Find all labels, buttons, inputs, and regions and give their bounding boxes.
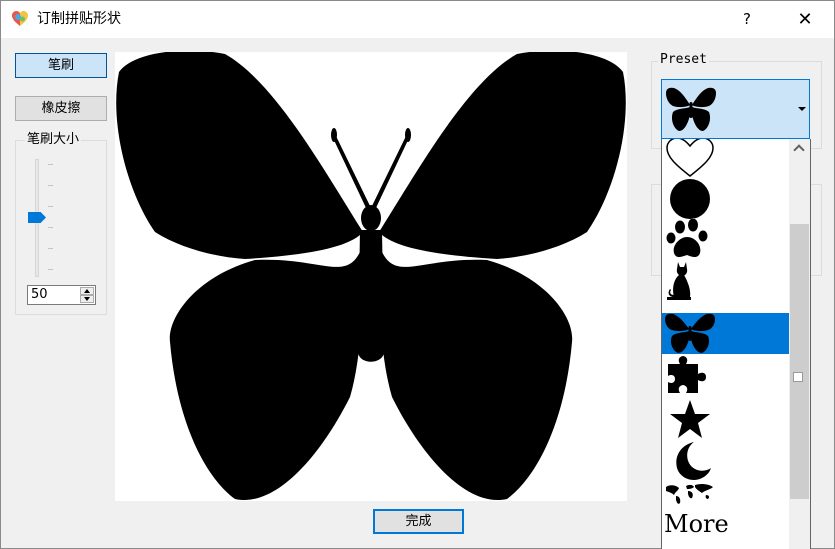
preset-item-moon[interactable] <box>662 440 789 481</box>
paw-icon <box>666 219 708 257</box>
spin-up-button[interactable] <box>80 287 94 295</box>
circle-icon <box>670 179 710 219</box>
heart-icon <box>666 139 714 177</box>
scroll-down-button[interactable] <box>789 530 810 549</box>
close-button[interactable]: ✕ <box>779 1 831 38</box>
spin-down-button[interactable] <box>80 295 94 303</box>
brush-size-label: 笔刷大小 <box>25 132 82 148</box>
dropdown-scrollbar[interactable] <box>789 139 810 549</box>
scrollbar-thumb[interactable] <box>790 224 809 499</box>
preset-item-more[interactable]: More <box>662 509 789 549</box>
preset-item-cat[interactable] <box>662 260 789 301</box>
star-icon <box>670 400 710 438</box>
dialog-window: 订制拼贴形状 ? ✕ 笔刷 橡皮擦 笔刷大小 50 完成 Preset More <box>0 0 835 549</box>
slider-tick <box>48 227 53 228</box>
preset-item-circle[interactable] <box>662 178 789 219</box>
help-button[interactable]: ? <box>721 1 773 38</box>
cat-icon <box>667 262 691 300</box>
app-icon <box>12 11 28 26</box>
slider-tick <box>48 269 53 270</box>
brush-size-spinbox[interactable]: 50 <box>27 285 96 305</box>
preset-combobox[interactable] <box>661 79 810 139</box>
preset-item-heart[interactable] <box>662 139 789 178</box>
chevron-down-icon[interactable] <box>798 107 806 111</box>
crescent-moon-icon <box>676 442 711 480</box>
brush-button[interactable]: 笔刷 <box>15 53 107 78</box>
slider-tick <box>48 164 53 165</box>
butterfly-icon <box>666 87 716 131</box>
done-button[interactable]: 完成 <box>373 509 464 534</box>
slider-tick <box>48 185 53 186</box>
preset-dropdown-list[interactable]: More <box>661 139 811 549</box>
butterfly-icon <box>665 313 715 353</box>
scroll-up-icon[interactable] <box>789 139 810 159</box>
shape-canvas[interactable] <box>115 52 627 501</box>
preset-label: Preset <box>658 52 709 68</box>
eraser-button[interactable]: 橡皮擦 <box>15 96 107 121</box>
slider-tick <box>48 206 53 207</box>
slider-tick <box>48 248 53 249</box>
preset-item-star[interactable] <box>662 399 789 440</box>
preset-item-puzzle[interactable] <box>662 354 789 395</box>
preset-item-paw[interactable] <box>662 219 789 260</box>
brush-size-value[interactable]: 50 <box>31 287 48 303</box>
puzzle-piece-icon <box>668 356 706 393</box>
title-bar: 订制拼贴形状 ? ✕ <box>1 1 834 38</box>
preset-item-butterfly[interactable] <box>662 313 789 354</box>
more-label: More <box>664 510 729 538</box>
butterfly-shape <box>116 52 626 501</box>
window-title: 订制拼贴形状 <box>37 11 121 27</box>
scrollbar-thumb-grip <box>793 372 803 382</box>
